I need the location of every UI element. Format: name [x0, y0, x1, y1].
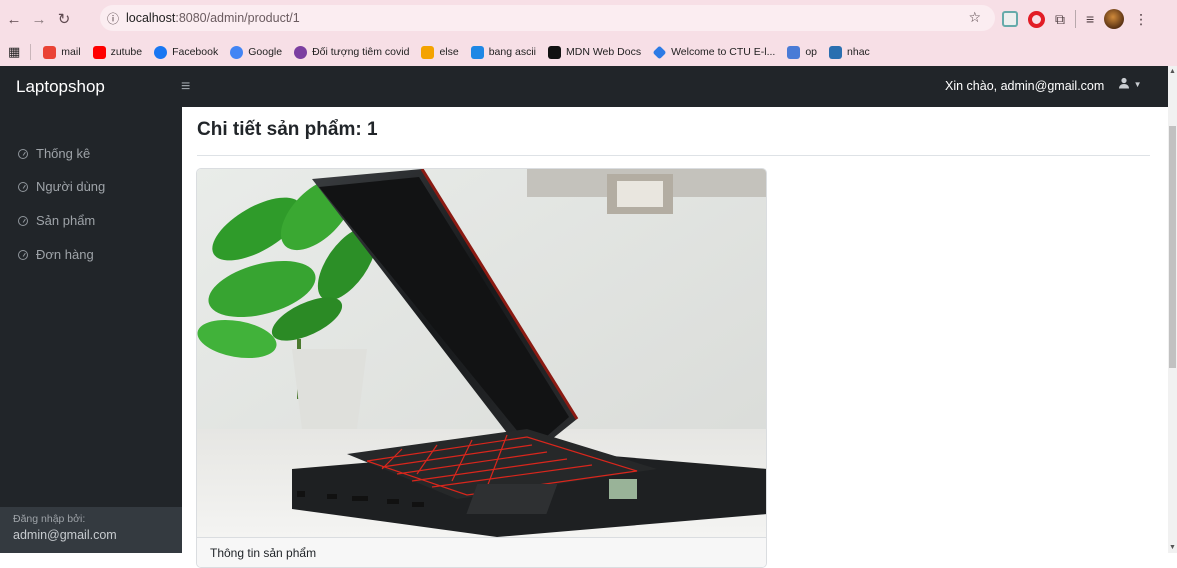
bookmark-item[interactable]: Welcome to CTU E-l... [652, 45, 775, 59]
bookmark-item[interactable]: op [787, 45, 817, 59]
caret-down-icon: ▼ [1133, 80, 1142, 89]
sidebar-item-orders[interactable]: Đơn hàng [18, 247, 94, 262]
user-icon [1119, 77, 1129, 89]
bookmark-item[interactable]: zutube [92, 45, 142, 59]
sidebar-item-label: Thống kê [36, 146, 91, 161]
puzzle-extensions-icon[interactable]: ⧉ [1055, 11, 1065, 28]
main-content: Chi tiết sản phẩm: 1 Thông tin sản phẩm [182, 107, 1168, 568]
title-divider [197, 155, 1150, 156]
sidebar-toggle-icon[interactable]: ≡ [181, 78, 190, 96]
reload-icon[interactable]: ↻ [53, 8, 75, 30]
profile-avatar[interactable] [1104, 9, 1125, 29]
youtube-icon [92, 45, 106, 59]
gauge-icon [18, 249, 28, 260]
bookmarks-divider [30, 44, 32, 60]
bookmark-item[interactable]: nhac [829, 45, 870, 59]
app-navbar: Laptopshop ≡ Xin chào, admin@gmail.com ▼ [0, 66, 1168, 107]
sidebar-item-label: Sản phẩm [36, 213, 96, 228]
logged-in-label: Đăng nhập bởi: [13, 513, 86, 525]
facebook-icon [154, 45, 168, 59]
music-site-icon [829, 45, 843, 59]
opera-extension-icon[interactable] [1028, 10, 1045, 28]
sidebar-item-label: Đơn hàng [36, 247, 94, 262]
gauge-icon [18, 181, 28, 192]
bookmark-item[interactable]: MDN Web Docs [548, 45, 641, 59]
apps-grid-icon[interactable]: ▦ [8, 44, 20, 60]
logged-in-user: admin@gmail.com [13, 528, 117, 542]
ascii-site-icon [470, 45, 484, 59]
page-scrollbar[interactable]: ▲ ▼ [1168, 66, 1177, 553]
sidebar: Thống kê Người dùng Sản phẩm Đơn hàng Đă… [0, 107, 182, 553]
op-site-icon [787, 45, 801, 59]
bookmark-item[interactable]: Facebook [154, 45, 218, 59]
sidebar-footer: Đăng nhập bởi: admin@gmail.com [0, 507, 182, 553]
back-arrow-icon[interactable]: ← [3, 8, 25, 30]
scroll-down-arrow-icon[interactable]: ▼ [1169, 544, 1176, 551]
sidebar-item-statistics[interactable]: Thống kê [18, 146, 90, 161]
extension-icon[interactable] [1002, 11, 1018, 27]
scroll-thumb[interactable] [1169, 126, 1176, 368]
bookmarks-bar: ▦ mail zutube Facebook Google Đối tượng … [0, 38, 1177, 66]
scroll-up-arrow-icon[interactable]: ▲ [1169, 68, 1176, 75]
sidebar-item-users[interactable]: Người dùng [18, 179, 105, 194]
bookmark-item[interactable]: bang ascii [470, 45, 536, 59]
user-dropdown-toggle[interactable]: ▼ [1118, 77, 1142, 92]
user-greeting: Xin chào, admin@gmail.com [945, 79, 1105, 93]
browser-menu-icon[interactable]: ⋮ [1134, 11, 1148, 28]
address-bar[interactable]: ⓘ localhost :8080/admin/product/1 ☆ [100, 5, 995, 31]
site-info-icon[interactable]: ⓘ [100, 10, 126, 27]
mdn-icon [548, 45, 561, 59]
forward-arrow-icon[interactable]: → [28, 8, 50, 30]
google-icon [230, 45, 244, 59]
bookmark-item[interactable]: mail [43, 45, 81, 59]
bookmark-item[interactable]: Đối tượng tiêm covid [294, 45, 409, 59]
product-card: Thông tin sản phẩm [196, 168, 767, 568]
ctu-elearning-icon [652, 45, 667, 59]
toolbar-extensions: ⧉ ≡ ⋮ [1002, 9, 1148, 29]
url-path: :8080/admin/product/1 [175, 11, 300, 25]
bookmark-item[interactable]: Google [230, 45, 282, 59]
toolbar-divider [1075, 10, 1076, 28]
brand-logo[interactable]: Laptopshop [16, 77, 181, 97]
url-host: localhost [126, 11, 176, 25]
bookmark-item[interactable]: else [421, 45, 459, 59]
reading-list-icon[interactable]: ≡ [1086, 11, 1094, 27]
sidebar-item-label: Người dùng [36, 179, 106, 194]
else-site-icon [421, 45, 435, 59]
covid-site-icon [294, 45, 308, 59]
gauge-icon [18, 215, 28, 226]
gmail-icon [43, 45, 57, 59]
page-title: Chi tiết sản phẩm: 1 [197, 119, 378, 140]
bookmark-star-icon[interactable]: ☆ [968, 9, 981, 26]
product-image [197, 169, 766, 537]
gauge-icon [18, 148, 28, 159]
sidebar-item-products[interactable]: Sản phẩm [18, 213, 95, 228]
